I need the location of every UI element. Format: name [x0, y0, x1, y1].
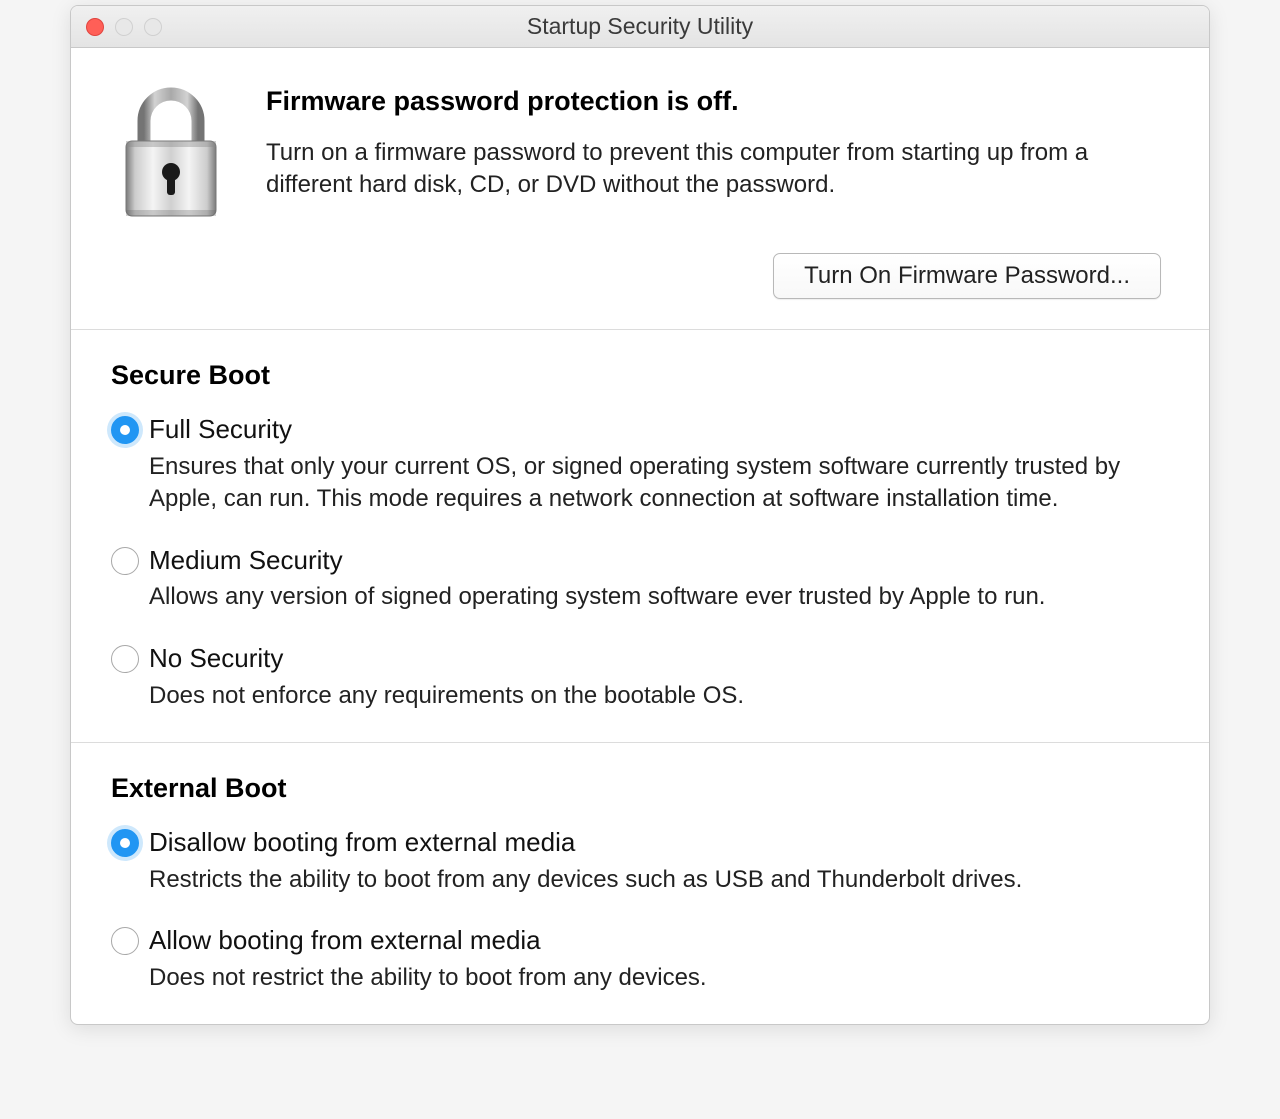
- secure-boot-option-full: Full Security Ensures that only your cur…: [111, 413, 1169, 516]
- secure-boot-heading: Secure Boot: [111, 360, 1169, 391]
- radio-allow-external[interactable]: [111, 927, 139, 955]
- close-window-button[interactable]: [86, 18, 104, 36]
- maximize-window-button[interactable]: [144, 18, 162, 36]
- lock-icon: [111, 78, 231, 223]
- radio-label-medium-security: Medium Security: [149, 544, 343, 578]
- radio-desc-no-security: Does not enforce any requirements on the…: [149, 680, 1169, 712]
- firmware-heading: Firmware password protection is off.: [266, 86, 1169, 117]
- secure-boot-section: Secure Boot Full Security Ensures that o…: [71, 330, 1209, 743]
- external-boot-section: External Boot Disallow booting from exte…: [71, 743, 1209, 1024]
- radio-label-no-security: No Security: [149, 642, 283, 676]
- turn-on-firmware-password-button[interactable]: Turn On Firmware Password...: [773, 253, 1161, 299]
- firmware-section: Firmware password protection is off. Tur…: [71, 48, 1209, 330]
- external-boot-option-allow: Allow booting from external media Does n…: [111, 924, 1169, 994]
- traffic-lights: [71, 18, 162, 36]
- radio-desc-allow-external: Does not restrict the ability to boot fr…: [149, 962, 1169, 994]
- secure-boot-option-medium: Medium Security Allows any version of si…: [111, 544, 1169, 614]
- external-boot-option-disallow: Disallow booting from external media Res…: [111, 826, 1169, 896]
- radio-label-full-security: Full Security: [149, 413, 292, 447]
- window: Startup Security Utility: [70, 5, 1210, 1025]
- radio-disallow-external[interactable]: [111, 829, 139, 857]
- radio-full-security[interactable]: [111, 416, 139, 444]
- secure-boot-option-none: No Security Does not enforce any require…: [111, 642, 1169, 712]
- radio-desc-medium-security: Allows any version of signed operating s…: [149, 581, 1169, 613]
- window-title: Startup Security Utility: [71, 13, 1209, 40]
- firmware-text: Firmware password protection is off. Tur…: [266, 78, 1169, 202]
- firmware-description: Turn on a firmware password to prevent t…: [266, 137, 1169, 202]
- firmware-top: Firmware password protection is off. Tur…: [111, 78, 1169, 223]
- titlebar: Startup Security Utility: [71, 6, 1209, 48]
- firmware-button-row: Turn On Firmware Password...: [111, 253, 1169, 299]
- radio-desc-full-security: Ensures that only your current OS, or si…: [149, 451, 1169, 516]
- radio-desc-disallow-external: Restricts the ability to boot from any d…: [149, 864, 1169, 896]
- radio-label-allow-external: Allow booting from external media: [149, 924, 541, 958]
- radio-label-disallow-external: Disallow booting from external media: [149, 826, 575, 860]
- radio-no-security[interactable]: [111, 645, 139, 673]
- radio-medium-security[interactable]: [111, 547, 139, 575]
- external-boot-heading: External Boot: [111, 773, 1169, 804]
- minimize-window-button[interactable]: [115, 18, 133, 36]
